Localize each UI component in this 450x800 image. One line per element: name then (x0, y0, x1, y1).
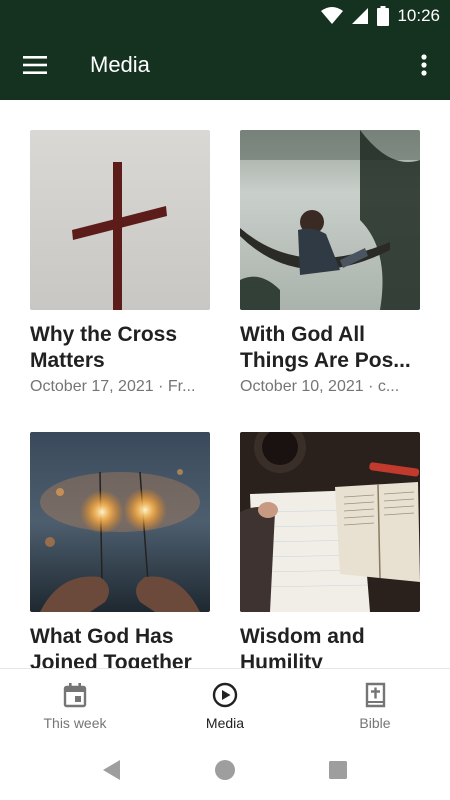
bottom-navigation: This week Media Bible (0, 668, 450, 740)
media-thumbnail[interactable] (30, 130, 210, 310)
more-vertical-icon (421, 54, 427, 76)
media-card-why-the-cross-matters[interactable]: Why the Cross Matters October 17, 2021 ·… (30, 130, 210, 396)
home-icon[interactable] (213, 758, 237, 782)
play-circle-icon (212, 682, 238, 708)
system-navigation-bar (0, 740, 450, 800)
media-thumbnail[interactable] (240, 432, 420, 612)
bible-icon (365, 682, 386, 708)
recents-icon[interactable] (326, 758, 350, 782)
nav-label: Media (205, 715, 245, 731)
media-title: With God All Things Are Pos... (240, 323, 411, 372)
media-title: What God Has Joined Together (30, 625, 192, 668)
hamburger-menu-icon (23, 56, 47, 74)
media-card-with-god-all-things[interactable]: With God All Things Are Pos... October 1… (240, 130, 420, 396)
calendar-icon (63, 683, 87, 708)
nav-item-this-week[interactable]: This week (0, 669, 150, 741)
cross-image (30, 130, 210, 310)
battery-icon (377, 6, 390, 26)
app-bar: Media (0, 32, 450, 100)
media-card-what-god-has-joined[interactable]: What God Has Joined Together (30, 432, 210, 668)
more-options-button[interactable] (404, 42, 444, 88)
nav-item-bible[interactable]: Bible (300, 669, 450, 741)
media-subtitle: October 10, 2021 · c... (240, 378, 400, 395)
media-grid: Why the Cross Matters October 17, 2021 ·… (0, 100, 450, 668)
wifi-icon (321, 7, 344, 24)
media-card-wisdom-and-humility[interactable]: Wisdom and Humility (240, 432, 420, 668)
page-title: Media (90, 52, 150, 77)
hammock-image (240, 130, 420, 310)
status-time: 10:26 (397, 6, 440, 25)
media-title: Wisdom and Humility (240, 625, 365, 668)
cell-signal-icon (352, 8, 369, 24)
status-bar: 10:26 (0, 0, 450, 32)
nav-item-media[interactable]: Media (150, 669, 300, 741)
media-subtitle: October 17, 2021 · Fr... (30, 378, 196, 395)
back-icon[interactable] (100, 758, 124, 782)
media-thumbnail[interactable] (240, 130, 420, 310)
media-title: Why the Cross Matters (30, 323, 178, 372)
bible-study-image (240, 432, 420, 612)
sparklers-image (30, 432, 210, 612)
media-thumbnail[interactable] (30, 432, 210, 612)
nav-label: Bible (359, 715, 391, 731)
nav-label: This week (43, 715, 107, 731)
menu-button[interactable] (12, 42, 58, 88)
